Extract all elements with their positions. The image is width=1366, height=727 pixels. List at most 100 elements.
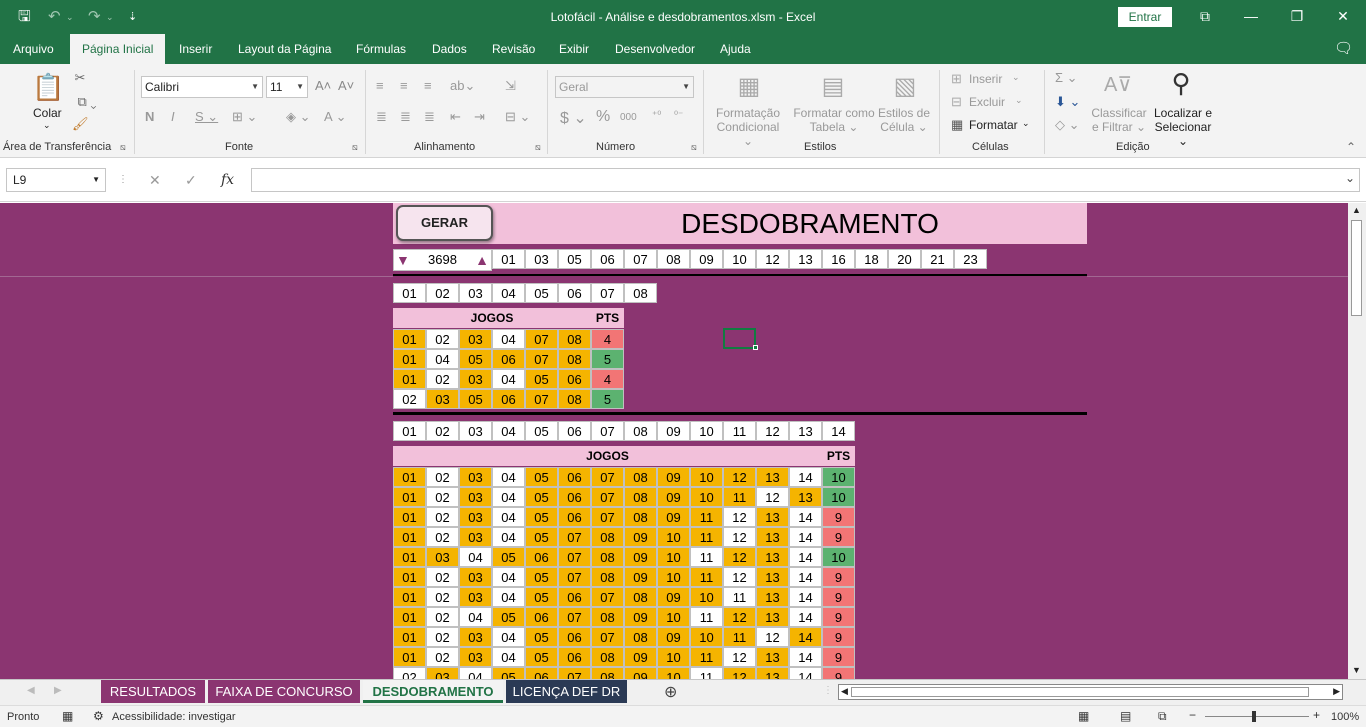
game-cell[interactable]: 13	[756, 507, 789, 527]
game-cell[interactable]: 08	[624, 507, 657, 527]
gerar-button[interactable]: GERAR	[396, 205, 493, 241]
game-cell[interactable]: 01	[393, 607, 426, 627]
game-cell[interactable]: 01	[393, 329, 426, 349]
game-cell[interactable]: 14	[789, 527, 822, 547]
number-launcher-icon[interactable]: ⧅	[691, 142, 697, 153]
game-cell[interactable]: 08	[558, 329, 591, 349]
game-cell[interactable]: 02	[426, 369, 459, 389]
game-cell[interactable]: 10	[690, 467, 723, 487]
game-cell[interactable]: 02	[393, 667, 426, 679]
game-cell[interactable]: 05	[459, 389, 492, 409]
game-cell[interactable]: 04	[492, 467, 525, 487]
fill-color-icon[interactable]: ◈ ⌄	[286, 109, 311, 125]
game-cell[interactable]: 14	[789, 667, 822, 679]
scroll-down-icon[interactable]: ▼	[1352, 665, 1361, 675]
game-cell[interactable]: 08	[591, 647, 624, 667]
delete-cells-icon[interactable]: ⊟	[951, 94, 962, 110]
sort-filter-label[interactable]: Classificar e Filtrar ⌄	[1090, 106, 1148, 134]
fill-handle[interactable]	[753, 345, 758, 350]
game-cell[interactable]: 04	[459, 607, 492, 627]
game-cell[interactable]: 08	[558, 389, 591, 409]
game-cell[interactable]: 02	[426, 627, 459, 647]
tab-dados[interactable]: Dados	[430, 34, 469, 64]
increment-icon[interactable]: ▲	[475, 250, 489, 270]
cancel-icon[interactable]: ✕	[149, 172, 161, 189]
tab-desdobramento[interactable]: DESDOBRAMENTO	[363, 680, 503, 703]
game-cell[interactable]: 01	[393, 527, 426, 547]
number-cell[interactable]: 13	[789, 421, 822, 441]
points-cell[interactable]: 10	[822, 487, 855, 507]
zoom-out-icon[interactable]: −	[1189, 708, 1196, 722]
game-cell[interactable]: 01	[393, 507, 426, 527]
game-cell[interactable]: 03	[459, 647, 492, 667]
page-break-icon[interactable]: ⧉	[1158, 709, 1167, 724]
game-cell[interactable]: 11	[690, 567, 723, 587]
h-scroll-thumb[interactable]	[851, 687, 1309, 697]
game-cell[interactable]: 05	[492, 607, 525, 627]
game-cell[interactable]: 11	[723, 627, 756, 647]
points-cell[interactable]: 9	[822, 527, 855, 547]
enter-icon[interactable]: ✓	[185, 172, 197, 189]
sign-in-button[interactable]: Entrar	[1118, 7, 1172, 27]
game-cell[interactable]: 03	[459, 587, 492, 607]
game-cell[interactable]: 05	[459, 349, 492, 369]
name-box[interactable]: L9 ▼	[6, 168, 106, 192]
game-cell[interactable]: 14	[789, 507, 822, 527]
tab-arquivo[interactable]: Arquivo	[11, 34, 56, 64]
game-cell[interactable]: 08	[624, 627, 657, 647]
game-cell[interactable]: 03	[426, 389, 459, 409]
top-number-cell[interactable]: 20	[888, 249, 921, 269]
zoom-level[interactable]: 100%	[1331, 711, 1359, 723]
increase-indent-icon[interactable]: ⇥	[474, 109, 485, 125]
game-cell[interactable]: 04	[492, 567, 525, 587]
font-launcher-icon[interactable]: ⧅	[352, 142, 358, 153]
game-cell[interactable]: 04	[492, 527, 525, 547]
game-cell[interactable]: 07	[591, 587, 624, 607]
top-number-cell[interactable]: 07	[624, 249, 657, 269]
game-cell[interactable]: 08	[591, 547, 624, 567]
align-left-icon[interactable]: ≣	[376, 109, 387, 125]
game-cell[interactable]: 02	[426, 487, 459, 507]
game-cell[interactable]: 03	[459, 487, 492, 507]
italic-icon[interactable]: I	[171, 109, 175, 124]
game-cell[interactable]: 07	[558, 667, 591, 679]
zoom-slider-thumb[interactable]	[1252, 711, 1256, 722]
game-cell[interactable]: 02	[426, 527, 459, 547]
find-select-label[interactable]: Localizar e Selecionar ⌄	[1150, 106, 1216, 148]
game-cell[interactable]: 06	[525, 667, 558, 679]
points-cell[interactable]: 9	[822, 667, 855, 679]
game-cell[interactable]: 07	[558, 527, 591, 547]
game-cell[interactable]: 10	[657, 547, 690, 567]
conditional-format-label[interactable]: Formatação Condicional ⌄	[713, 106, 783, 148]
number-cell[interactable]: 05	[525, 421, 558, 441]
game-cell[interactable]: 07	[558, 547, 591, 567]
page-layout-icon[interactable]: ▤	[1120, 709, 1131, 723]
game-cell[interactable]: 14	[789, 607, 822, 627]
comments-icon[interactable]: 🗨	[1334, 40, 1353, 58]
game-cell[interactable]: 09	[624, 527, 657, 547]
game-cell[interactable]: 11	[690, 547, 723, 567]
game-cell[interactable]: 04	[459, 547, 492, 567]
game-cell[interactable]: 12	[723, 507, 756, 527]
format-table-icon[interactable]: ▤	[818, 72, 848, 101]
collapse-ribbon-icon[interactable]: ⌃	[1346, 140, 1356, 154]
format-cells-icon[interactable]: ▦	[951, 117, 963, 133]
game-cell[interactable]: 13	[756, 667, 789, 679]
game-cell[interactable]: 05	[525, 647, 558, 667]
align-top-icon[interactable]: ≡	[376, 78, 384, 93]
game-cell[interactable]: 05	[525, 627, 558, 647]
conditional-format-icon[interactable]: ▦	[734, 72, 764, 101]
game-cell[interactable]: 09	[624, 607, 657, 627]
ribbon-display-icon[interactable]: ⧉	[1190, 5, 1220, 27]
game-cell[interactable]: 08	[591, 667, 624, 679]
game-cell[interactable]: 11	[690, 507, 723, 527]
points-cell[interactable]: 9	[822, 607, 855, 627]
game-cell[interactable]: 05	[525, 467, 558, 487]
game-cell[interactable]: 08	[624, 587, 657, 607]
merge-center-icon[interactable]: ⊟ ⌄	[505, 109, 530, 125]
vertical-scrollbar[interactable]: ▲ ▼	[1348, 203, 1366, 679]
game-cell[interactable]: 10	[690, 587, 723, 607]
tab-ajuda[interactable]: Ajuda	[718, 34, 753, 64]
game-cell[interactable]: 02	[426, 647, 459, 667]
game-cell[interactable]: 09	[657, 487, 690, 507]
